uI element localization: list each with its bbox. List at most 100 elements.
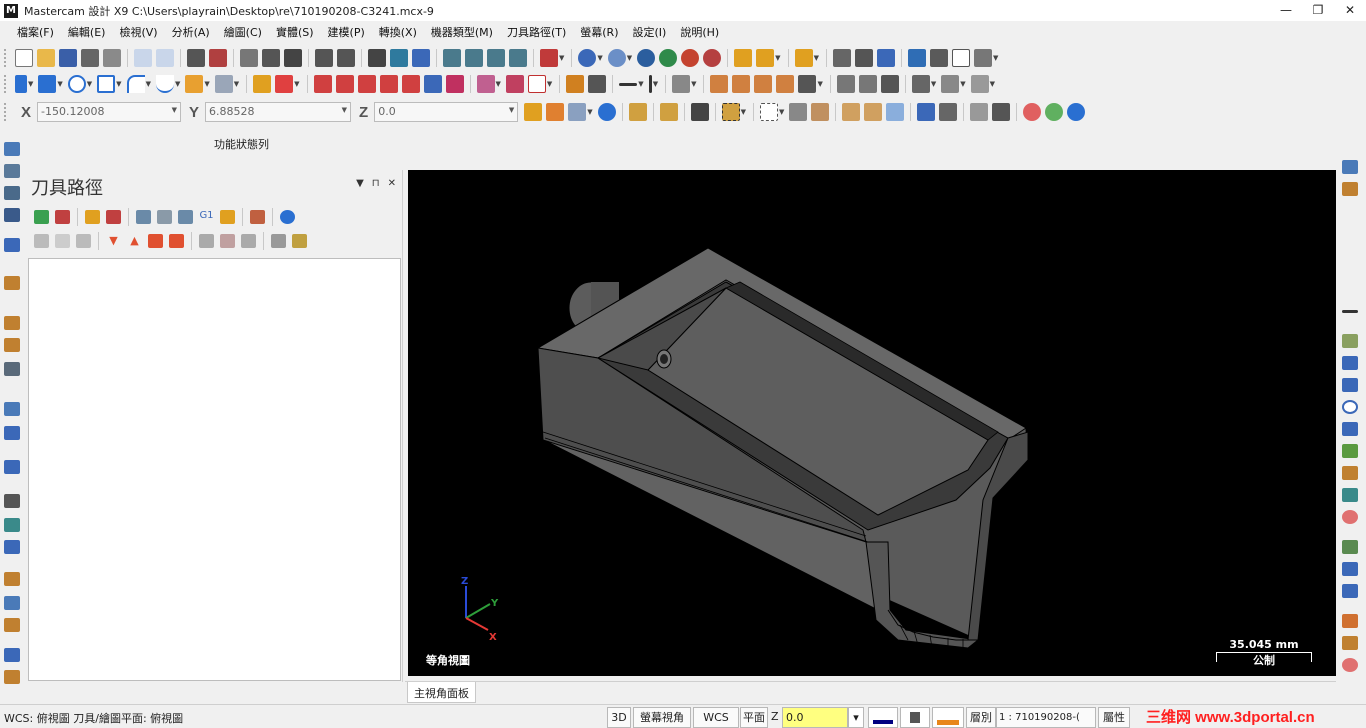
stock-icon[interactable]	[970, 75, 989, 93]
push-pull-icon[interactable]	[4, 402, 20, 416]
z-depth-input[interactable]: 0.0	[782, 707, 848, 728]
package-icon[interactable]	[4, 618, 20, 632]
box-alt-icon[interactable]	[4, 338, 20, 352]
select-all-icon[interactable]	[628, 103, 647, 121]
dimension-side-icon[interactable]	[1342, 310, 1358, 313]
side-tool-6-icon[interactable]	[1342, 488, 1358, 502]
cylinder-icon[interactable]	[185, 75, 204, 93]
menu-edit[interactable]: 編輯(E)	[61, 24, 113, 40]
operations-icon[interactable]	[4, 238, 20, 252]
op-manager-icon[interactable]	[271, 234, 286, 248]
panel-help-icon[interactable]	[280, 210, 295, 224]
open-side-icon[interactable]	[1342, 182, 1358, 196]
print-icon[interactable]	[81, 49, 99, 67]
pencil-icon[interactable]	[734, 49, 753, 67]
side-tool-2-icon[interactable]	[1342, 356, 1358, 370]
regen-all-icon[interactable]	[85, 210, 100, 224]
array-icon[interactable]	[505, 75, 524, 93]
chain-tool-icon[interactable]	[4, 186, 20, 200]
analyze-icon[interactable]	[832, 49, 851, 67]
transfer-icon[interactable]	[4, 596, 20, 610]
menu-screen[interactable]: 螢幕(R)	[573, 24, 625, 40]
post-selected-icon[interactable]	[220, 210, 235, 224]
vertical-dim-icon[interactable]	[648, 75, 652, 93]
roll-icon[interactable]	[527, 75, 546, 93]
scroll-to-insert-icon[interactable]	[169, 234, 184, 248]
layer-select[interactable]: 1 : 710190208-(	[996, 707, 1096, 728]
menu-settings[interactable]: 設定(I)	[626, 24, 674, 40]
graphics-viewport[interactable]: Z Y X 等角視圖 35.045 mm 公制	[408, 170, 1336, 676]
zoom-in-icon[interactable]	[284, 49, 302, 67]
surface-icon[interactable]	[710, 75, 729, 93]
toolbar-grip[interactable]	[4, 75, 7, 93]
zoom-out-icon[interactable]	[337, 49, 355, 67]
ghost-icon[interactable]	[76, 234, 91, 248]
window-select-icon[interactable]	[759, 103, 778, 121]
menu-solids[interactable]: 實體(S)	[269, 24, 321, 40]
zoom-target-icon[interactable]	[262, 49, 280, 67]
sum-icon[interactable]	[951, 49, 970, 67]
select-point-icon[interactable]	[568, 103, 587, 121]
z-depth-dropdown[interactable]: ▾	[848, 707, 864, 728]
pan-icon[interactable]	[412, 49, 430, 67]
select-solid-icon[interactable]	[811, 103, 830, 121]
level-icon[interactable]	[4, 164, 20, 178]
autocursor-settings-icon[interactable]	[546, 103, 565, 121]
x-coordinate-input[interactable]: -150.12008 ▼	[37, 102, 182, 122]
globe-icon[interactable]	[578, 49, 597, 67]
menu-view[interactable]: 檢視(V)	[112, 24, 164, 40]
tab-main-viewsheet[interactable]: 主視角面板	[407, 682, 476, 703]
dimension-icon[interactable]	[588, 75, 607, 93]
front-view-icon[interactable]	[465, 49, 483, 67]
repaint-icon[interactable]	[209, 49, 227, 67]
solid-layout-icon[interactable]	[911, 75, 930, 93]
z-coordinate-input[interactable]: 0.0 ▼	[374, 102, 519, 122]
pin-icon[interactable]: ⊓	[372, 178, 380, 189]
books-icon[interactable]	[4, 648, 20, 662]
undo-icon[interactable]	[134, 49, 152, 67]
plane-button[interactable]: 平面	[740, 707, 768, 728]
rotate-icon[interactable]	[368, 49, 386, 67]
zoom-window-icon[interactable]	[240, 49, 258, 67]
solid-revolve-icon[interactable]	[858, 75, 877, 93]
cursor-icon[interactable]	[789, 103, 808, 121]
save-icon[interactable]	[59, 49, 77, 67]
mirror-icon[interactable]	[357, 75, 376, 93]
3d-button[interactable]: 3D	[607, 707, 631, 728]
insert-after-icon[interactable]	[148, 234, 163, 248]
side-tool-5-icon[interactable]	[1342, 466, 1358, 480]
restore-button[interactable]: ❐	[1302, 0, 1334, 21]
view-cube-side-icon[interactable]	[1342, 160, 1358, 174]
select-face-icon[interactable]	[842, 103, 861, 121]
solid-box-icon[interactable]	[445, 75, 464, 93]
regen-dirty-icon[interactable]	[106, 210, 121, 224]
right-view-icon[interactable]	[487, 49, 505, 67]
y-coordinate-input[interactable]: 6.88528 ▼	[205, 102, 352, 122]
clear-colors-icon[interactable]	[690, 103, 709, 121]
pencils-icon[interactable]	[756, 49, 775, 67]
lock-icon[interactable]	[34, 234, 49, 248]
rectangle-icon[interactable]	[97, 75, 116, 93]
move-down-icon[interactable]: ▼	[106, 234, 121, 248]
box-icon[interactable]	[4, 316, 20, 330]
side-circle-icon[interactable]	[1342, 400, 1358, 414]
new-file-icon[interactable]	[15, 49, 33, 67]
deselect-ops-icon[interactable]	[55, 210, 70, 224]
surface-menu-icon[interactable]	[798, 75, 817, 93]
open-folder-icon[interactable]	[37, 49, 55, 67]
scale-icon[interactable]	[379, 75, 398, 93]
fit-icon[interactable]	[187, 49, 205, 67]
point-icon[interactable]	[15, 75, 27, 93]
copy-op-icon[interactable]	[220, 234, 235, 248]
stretch-icon[interactable]	[476, 75, 495, 93]
menu-xform[interactable]: 轉換(X)	[372, 24, 424, 40]
side-tool-3-icon[interactable]	[1342, 378, 1358, 392]
mask-select-icon[interactable]	[992, 103, 1011, 121]
library-icon[interactable]	[4, 670, 20, 684]
toggle-display-icon[interactable]	[55, 234, 70, 248]
solid-color-icon[interactable]	[900, 707, 930, 728]
solid-box-wire-icon[interactable]	[880, 75, 899, 93]
help-circle-icon[interactable]	[1067, 103, 1086, 121]
mask-icon[interactable]	[970, 103, 989, 121]
side-tool-8-icon[interactable]	[1342, 562, 1358, 576]
